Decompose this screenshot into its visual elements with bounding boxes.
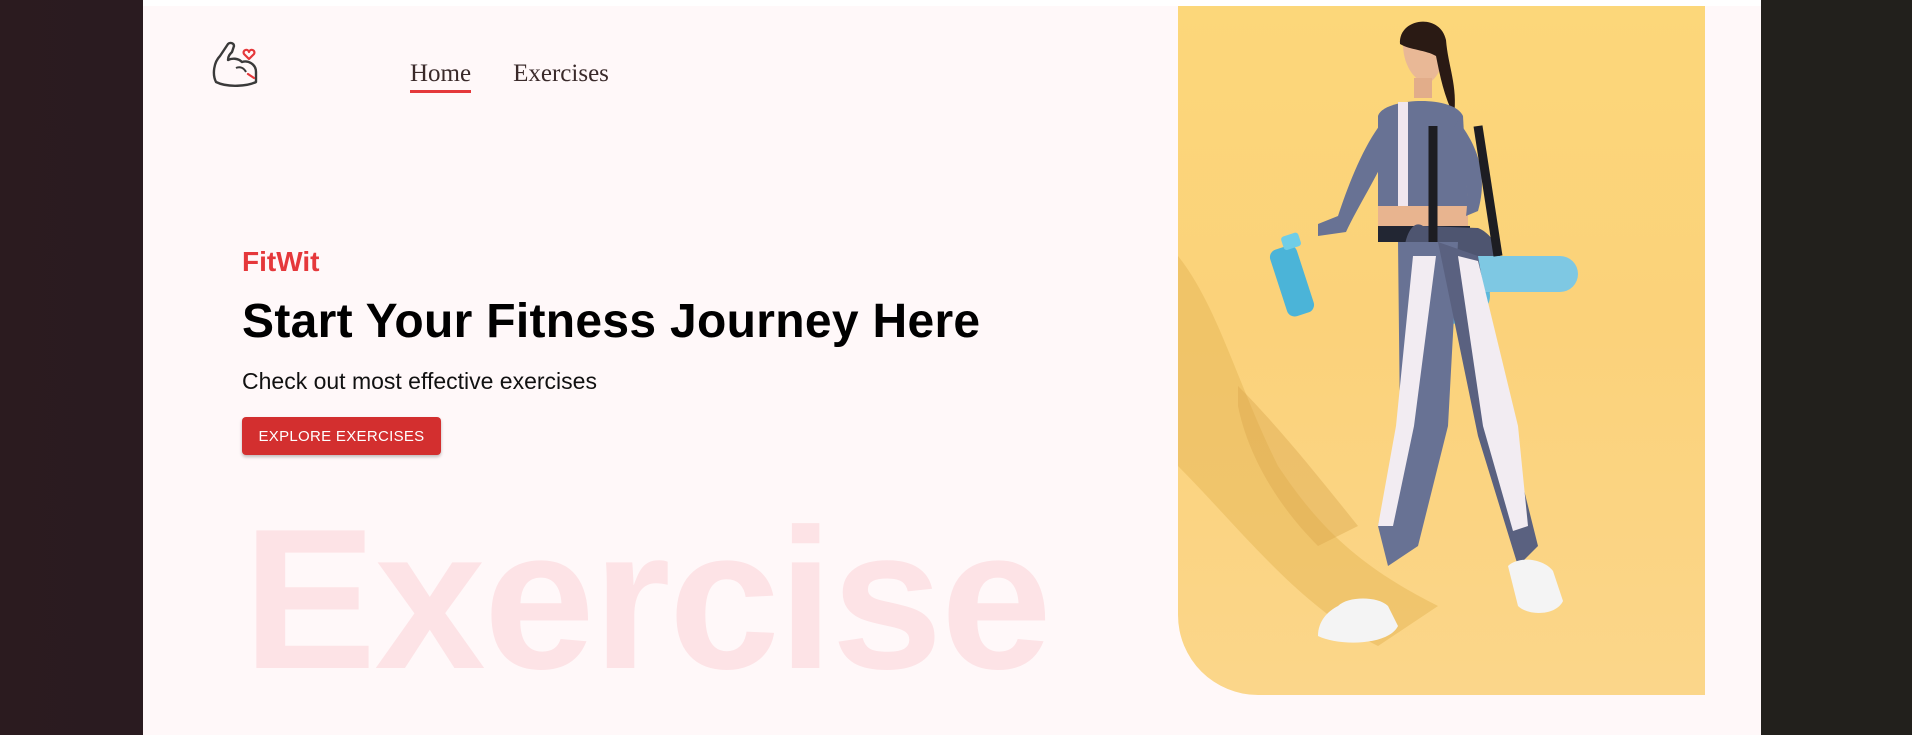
logo-flexed-arm-heart-icon[interactable] <box>208 38 264 94</box>
hero-headline: Start Your Fitness Journey Here <box>242 295 981 348</box>
background-watermark-word: Exercise <box>243 488 1052 711</box>
nav-link-home[interactable]: Home <box>410 60 472 93</box>
hero-subtitle: Check out most effective exercises <box>242 368 597 394</box>
nav-link-exercises[interactable]: Exercises <box>513 60 609 93</box>
main-nav: Home Exercises <box>410 60 609 93</box>
explore-exercises-button[interactable]: EXPLORE EXERCISES <box>242 417 441 455</box>
page: Home Exercises FitWit Start Your Fitness… <box>143 0 1761 735</box>
right-gutter <box>1761 0 1912 735</box>
hero-image-woman-walking <box>1178 6 1705 695</box>
brand-name: FitWit <box>242 246 320 277</box>
